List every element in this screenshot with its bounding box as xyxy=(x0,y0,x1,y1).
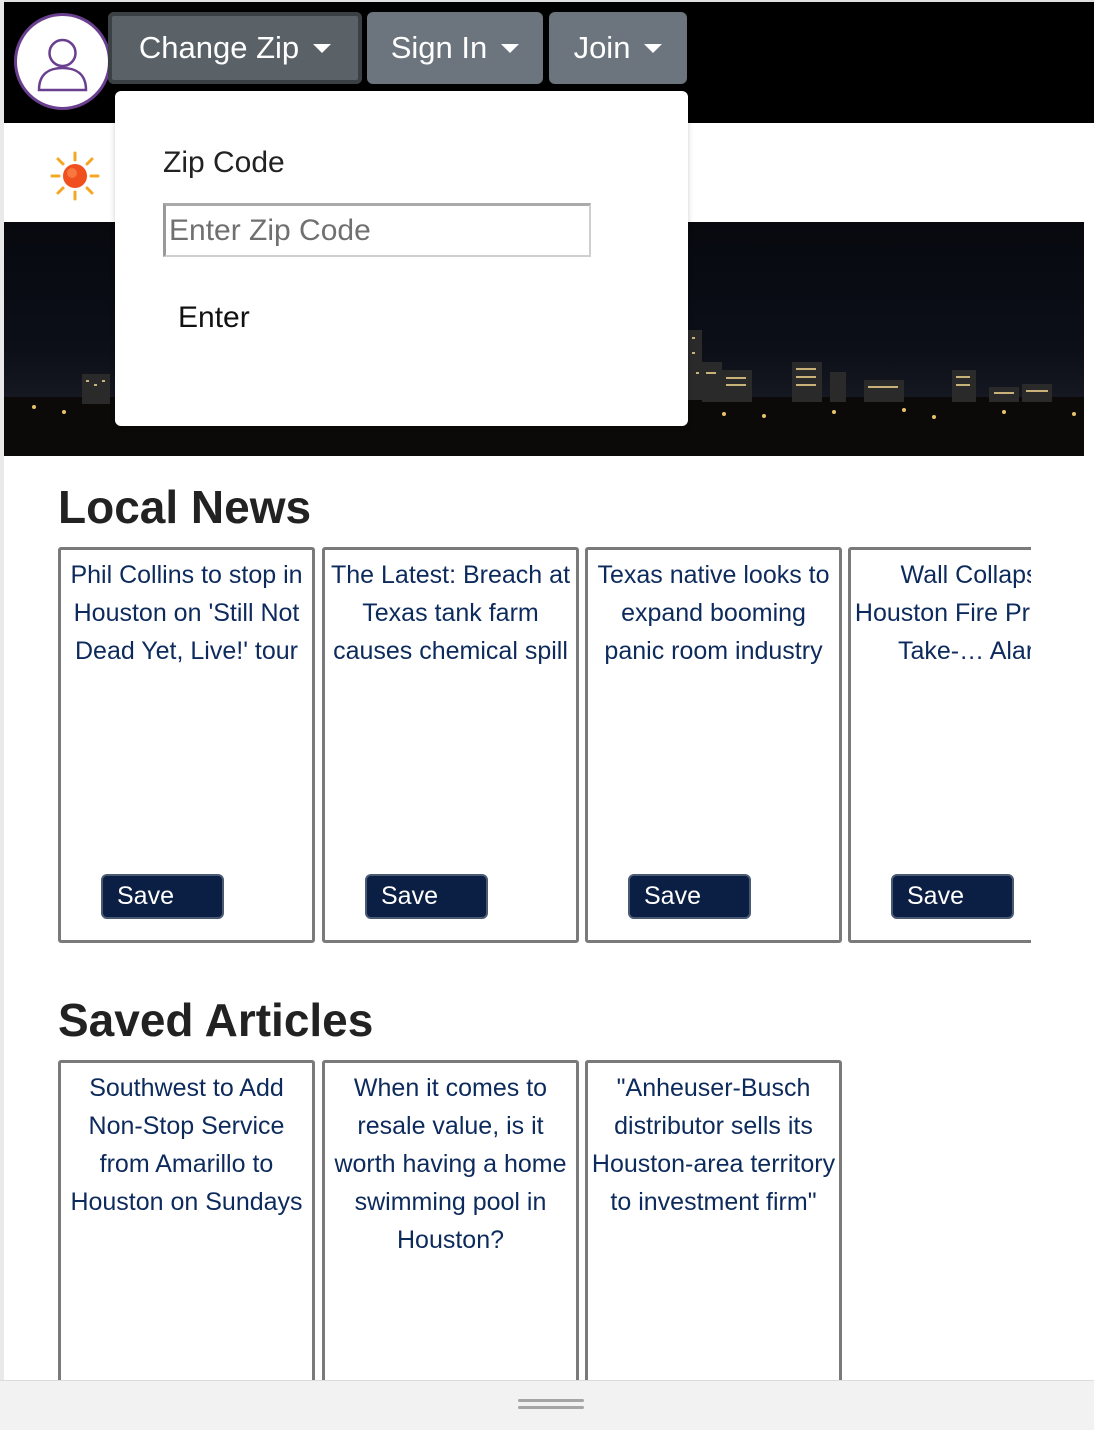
caret-down-icon xyxy=(644,43,663,53)
app-frame: Change Zip Sign In Join Zip Code Enter Z… xyxy=(0,0,1094,1430)
user-avatar-icon[interactable] xyxy=(14,13,111,110)
local-news-heading: Local News xyxy=(58,481,312,533)
save-button[interactable]: Save xyxy=(891,874,1014,919)
save-button[interactable]: Save xyxy=(628,874,751,919)
sun-icon xyxy=(50,151,100,201)
saved-card[interactable]: "Anheuser-Busch distributor sells its Ho… xyxy=(585,1060,842,1380)
join-button[interactable]: Join xyxy=(549,12,687,84)
news-card-title[interactable]: Wall Collapse Houston Fire Prompts Take-… xyxy=(851,556,1031,670)
zip-code-label: Zip Code xyxy=(163,146,285,179)
news-card[interactable]: Wall Collapse Houston Fire Prompts Take-… xyxy=(848,547,1031,943)
news-card-title[interactable]: The Latest: Breach at Texas tank farm ca… xyxy=(325,556,576,670)
bottom-bar xyxy=(0,1380,1094,1430)
save-button[interactable]: Save xyxy=(365,874,488,919)
news-card[interactable]: The Latest: Breach at Texas tank farm ca… xyxy=(322,547,579,943)
news-card[interactable]: Texas native looks to expand booming pan… xyxy=(585,547,842,943)
local-news-row: Phil Collins to stop in Houston on 'Stil… xyxy=(58,547,1031,943)
caret-down-icon xyxy=(501,43,520,53)
saved-articles-heading: Saved Articles xyxy=(58,994,374,1046)
change-zip-button[interactable]: Change Zip xyxy=(108,12,362,84)
sign-in-label: Sign In xyxy=(390,30,488,65)
saved-card[interactable]: Southwest to Add Non-Stop Service from A… xyxy=(58,1060,315,1380)
save-button[interactable]: Save xyxy=(101,874,224,919)
news-card-title[interactable]: Texas native looks to expand booming pan… xyxy=(588,556,839,670)
zip-code-input[interactable] xyxy=(163,203,591,257)
saved-card[interactable]: When it comes to resale value, is it wor… xyxy=(322,1060,579,1380)
frame-border xyxy=(0,0,4,1380)
saved-articles-row: Southwest to Add Non-Stop Service from A… xyxy=(58,1060,1031,1380)
news-card-title[interactable]: Phil Collins to stop in Houston on 'Stil… xyxy=(61,556,312,670)
drag-handle-icon[interactable] xyxy=(518,1399,584,1415)
news-card[interactable]: Phil Collins to stop in Houston on 'Stil… xyxy=(58,547,315,943)
join-label: Join xyxy=(573,30,631,65)
saved-card-title[interactable]: When it comes to resale value, is it wor… xyxy=(325,1069,576,1259)
saved-card-title[interactable]: "Anheuser-Busch distributor sells its Ho… xyxy=(588,1069,839,1221)
enter-button[interactable]: Enter xyxy=(178,301,250,335)
change-zip-label: Change Zip xyxy=(138,30,300,65)
saved-card-title[interactable]: Southwest to Add Non-Stop Service from A… xyxy=(61,1069,312,1221)
caret-down-icon xyxy=(313,43,332,53)
zip-dropdown-menu: Zip Code Enter xyxy=(115,91,688,426)
sign-in-button[interactable]: Sign In xyxy=(367,12,543,84)
user-avatar-glyph xyxy=(37,38,88,92)
